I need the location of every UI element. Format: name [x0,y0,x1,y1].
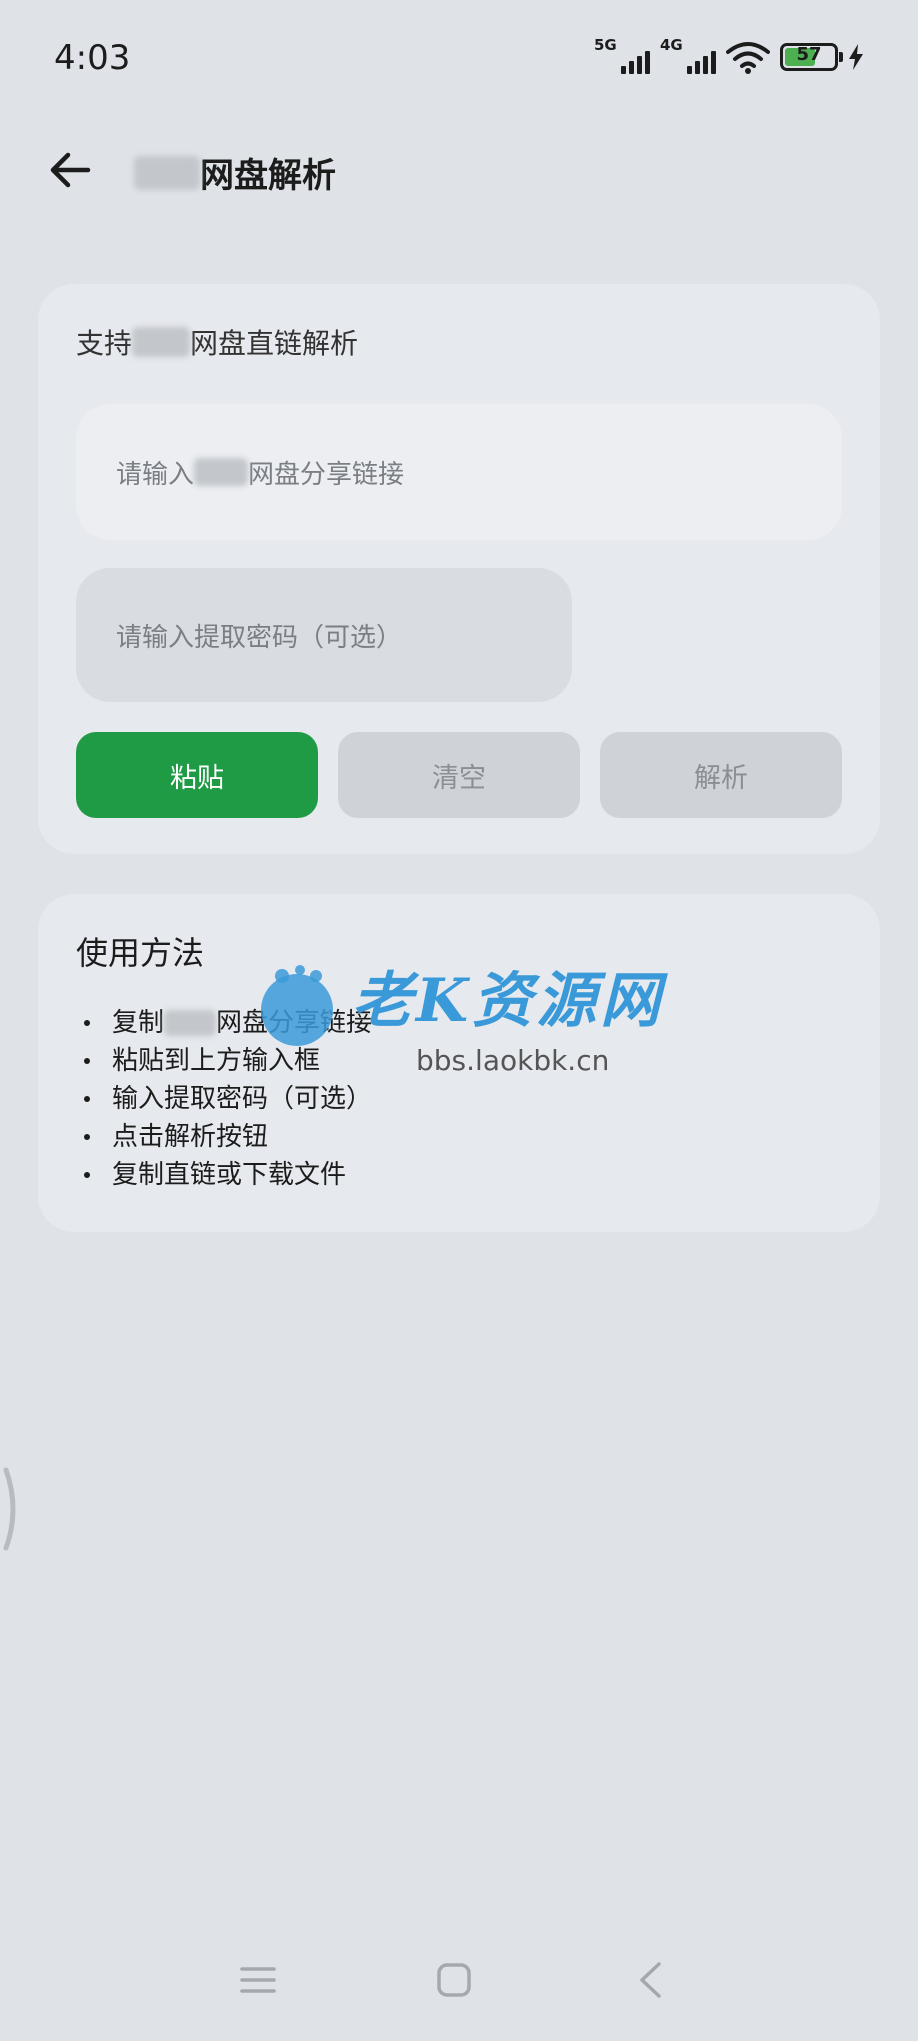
step-text: 复制 [112,1008,165,1038]
menu-icon [240,1967,276,1993]
clear-button[interactable]: 清空 [338,732,580,818]
bullet-icon [84,1172,90,1178]
redacted-text [132,327,191,357]
status-bar: 4:03 5G 4G 57 [0,0,918,120]
navigation-bar [0,1940,918,2020]
step-text: 点击解析按钮 [112,1122,269,1152]
nav-back-button[interactable] [610,1940,690,2020]
parse-card: 支持 网盘直链解析 请输入 网盘分享链接 请输入提取密码（可选） 粘贴 清空 解… [38,284,880,854]
subtitle-prefix: 支持 [76,327,133,360]
usage-card: 使用方法 复制 网盘分享链接 粘贴到上方输入框 输入提取密码（可选） 点击解析按… [38,894,880,1232]
back-button[interactable] [40,140,100,200]
list-item: 复制 网盘分享链接 [76,1004,372,1042]
share-link-input[interactable]: 请输入 网盘分享链接 [76,404,842,540]
share-link-placeholder-suffix: 网盘分享链接 [248,459,405,490]
signal-5g-icon: 5G [594,36,650,74]
status-time: 4:03 [54,38,131,78]
redacted-text [164,1010,217,1036]
subtitle-suffix: 网盘直链解析 [190,327,359,360]
paste-button[interactable]: 粘贴 [76,732,318,818]
signal-4g-icon: 4G [660,36,716,74]
list-item: 复制直链或下载文件 [76,1156,372,1194]
password-input[interactable]: 请输入提取密码（可选） [76,568,572,702]
bullet-icon [84,1134,90,1140]
step-text: 复制直链或下载文件 [112,1160,347,1190]
app-screen: 4:03 5G 4G 57 网盘解析 支持 网盘直链解析 请输入 网盘分享链接 … [0,0,918,2041]
page-title-text: 网盘解析 [200,156,336,196]
signal-5g-label: 5G [594,36,617,54]
app-header: 网盘解析 [0,130,918,210]
page-title: 网盘解析 [134,148,336,197]
bullet-icon [84,1058,90,1064]
share-link-placeholder-prefix: 请输入 [116,459,195,490]
nav-menu-button[interactable] [218,1940,298,2020]
chevron-left-icon [640,1962,661,1998]
step-text: 粘贴到上方输入框 [112,1046,321,1076]
parse-button[interactable]: 解析 [600,732,842,818]
status-icons: 5G 4G 57 [594,36,864,74]
usage-title: 使用方法 [76,934,205,972]
password-placeholder: 请输入提取密码（可选） [116,622,403,653]
signal-4g-label: 4G [660,36,683,54]
step-text: 输入提取密码（可选） [112,1084,373,1114]
list-item: 粘贴到上方输入框 [76,1042,372,1080]
card-subtitle: 支持 网盘直链解析 [76,322,358,362]
list-item: 点击解析按钮 [76,1118,372,1156]
wifi-icon [726,42,770,74]
edge-handle-icon[interactable] [0,1466,24,1552]
redacted-text [194,458,249,486]
battery-level: 57 [796,44,822,65]
battery-icon: 57 [780,43,843,71]
nav-home-button[interactable] [414,1940,494,2020]
usage-list: 复制 网盘分享链接 粘贴到上方输入框 输入提取密码（可选） 点击解析按钮 复制直… [76,1004,372,1194]
redacted-text [134,155,200,190]
lightning-icon [849,44,863,70]
step-text-suffix: 网盘分享链接 [216,1008,373,1038]
list-item: 输入提取密码（可选） [76,1080,372,1118]
bullet-icon [84,1020,90,1026]
bullet-icon [84,1096,90,1102]
square-icon [437,1963,471,1997]
arrow-left-icon [50,152,91,188]
